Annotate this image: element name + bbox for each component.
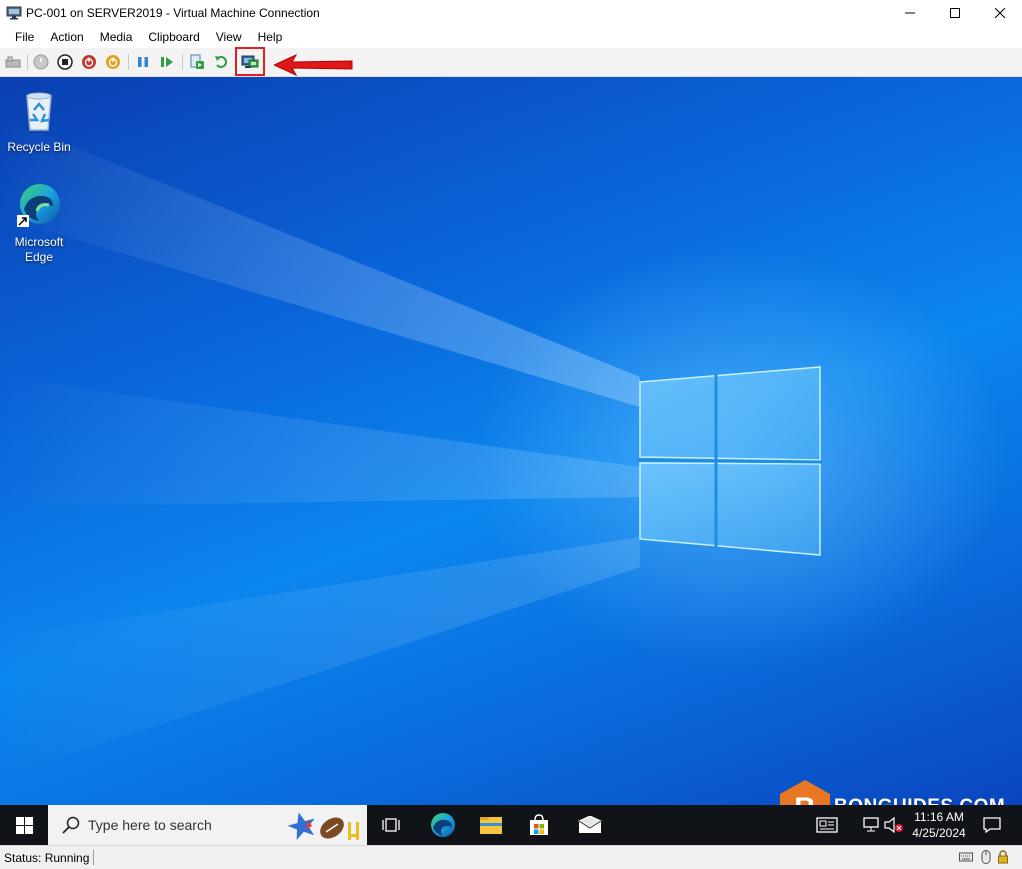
maximize-button[interactable] [932,0,978,26]
recycle-bin-icon [26,92,52,131]
status-separator [93,850,94,865]
toolbar-separator [27,54,28,70]
desktop-icon-microsoft-edge[interactable]: Microsoft Edge [3,181,75,265]
news-icon [816,817,838,833]
save-button[interactable] [104,53,122,71]
toolbar-separator [128,54,129,70]
notification-icon [983,817,1001,833]
tray-news[interactable] [812,805,842,845]
keyboard-icon [959,852,973,862]
search-box[interactable]: Type here to search [48,805,367,845]
taskbar-store[interactable] [515,805,563,845]
desktop-icon-label: Recycle Bin [7,140,71,154]
desktop-icon-recycle-bin[interactable]: Recycle Bin [3,86,75,155]
resume-icon [161,57,173,67]
pause-button[interactable] [134,53,152,71]
save-icon [106,55,120,69]
menu-bar: File Action Media Clipboard View Help [0,26,1022,48]
clock-time: 11:16 AM [914,810,964,824]
highlight-box [235,47,265,76]
taskbar-edge[interactable] [419,805,467,845]
checkpoint-icon [190,54,204,69]
store-icon [530,814,548,835]
taskbar-clock[interactable]: 11:16 AM 4/25/2024 [906,805,972,845]
volume-muted-icon [884,817,903,833]
desktop-icon-label: Edge [24,250,54,264]
edge-icon [431,813,455,837]
shutdown-icon [82,55,96,69]
title-bar: PC-001 on SERVER2019 - Virtual Machine C… [0,0,1022,26]
taskbar-task-view[interactable] [367,805,415,845]
taskbar-mail[interactable] [566,805,614,845]
close-button[interactable] [977,0,1022,26]
maximize-icon [950,8,960,18]
turn-off-icon [57,54,73,70]
edge-icon [17,184,60,227]
revert-icon [215,56,227,68]
start-icon [33,54,49,70]
mail-icon [578,816,602,833]
search-icon [62,816,80,834]
file-explorer-icon [480,817,502,834]
status-bar: Status: Running [0,845,1022,869]
minimize-icon [905,12,915,14]
action-center-button[interactable] [978,805,1006,845]
toolbar-separator [182,54,183,70]
pause-icon [138,57,148,67]
start-button[interactable] [0,805,48,845]
checkpoint-button[interactable] [188,53,206,71]
toolbar [0,48,1022,77]
tray-volume[interactable] [883,805,905,845]
start-button[interactable] [32,53,50,71]
menu-media[interactable]: Media [92,26,141,48]
network-icon [863,817,879,832]
search-highlight-icon [288,812,359,840]
clock-date: 4/25/2024 [912,826,966,840]
tray-network[interactable] [859,805,883,845]
search-placeholder: Type here to search [88,817,212,833]
menu-help[interactable]: Help [250,26,291,48]
close-icon [995,8,1005,18]
resume-button[interactable] [158,53,176,71]
shutdown-button[interactable] [80,53,98,71]
revert-button[interactable] [212,53,230,71]
menu-action[interactable]: Action [42,26,91,48]
minimize-button[interactable] [887,0,933,26]
vm-status: Status: Running [4,851,90,865]
turn-off-button[interactable] [56,53,74,71]
vm-connection-icon [6,6,22,20]
lock-icon [998,850,1008,864]
menu-view[interactable]: View [208,26,250,48]
wallpaper-light-beams [0,117,823,777]
menu-file[interactable]: File [7,26,42,48]
mouse-icon [981,850,991,864]
vm-desktop[interactable]: Recycle Bin Microsoft Edge [0,77,1022,805]
windows-logo-icon [15,816,33,834]
taskbar-file-explorer[interactable] [467,805,515,845]
red-arrow-annotation [274,54,353,76]
menu-clipboard[interactable]: Clipboard [140,26,207,48]
ctrl-alt-del-button[interactable] [4,53,22,71]
taskbar: Type here to search 11:16 AM 4/25/2024 [0,805,1022,845]
task-view-icon [382,818,400,832]
ctrl-alt-del-icon [5,56,21,68]
desktop-icon-label: Microsoft [14,235,64,249]
window-title: PC-001 on SERVER2019 - Virtual Machine C… [26,6,320,20]
